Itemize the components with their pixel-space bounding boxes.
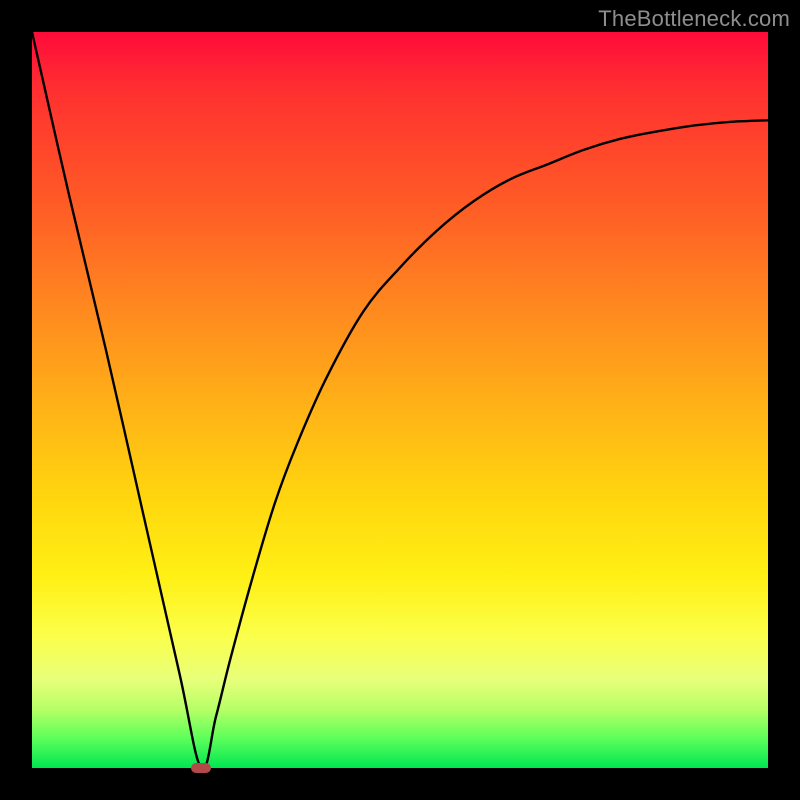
watermark-text: TheBottleneck.com xyxy=(598,6,790,32)
bottleneck-curve xyxy=(32,32,768,768)
minimum-marker xyxy=(191,763,211,773)
plot-area xyxy=(32,32,768,768)
chart-frame: TheBottleneck.com xyxy=(0,0,800,800)
